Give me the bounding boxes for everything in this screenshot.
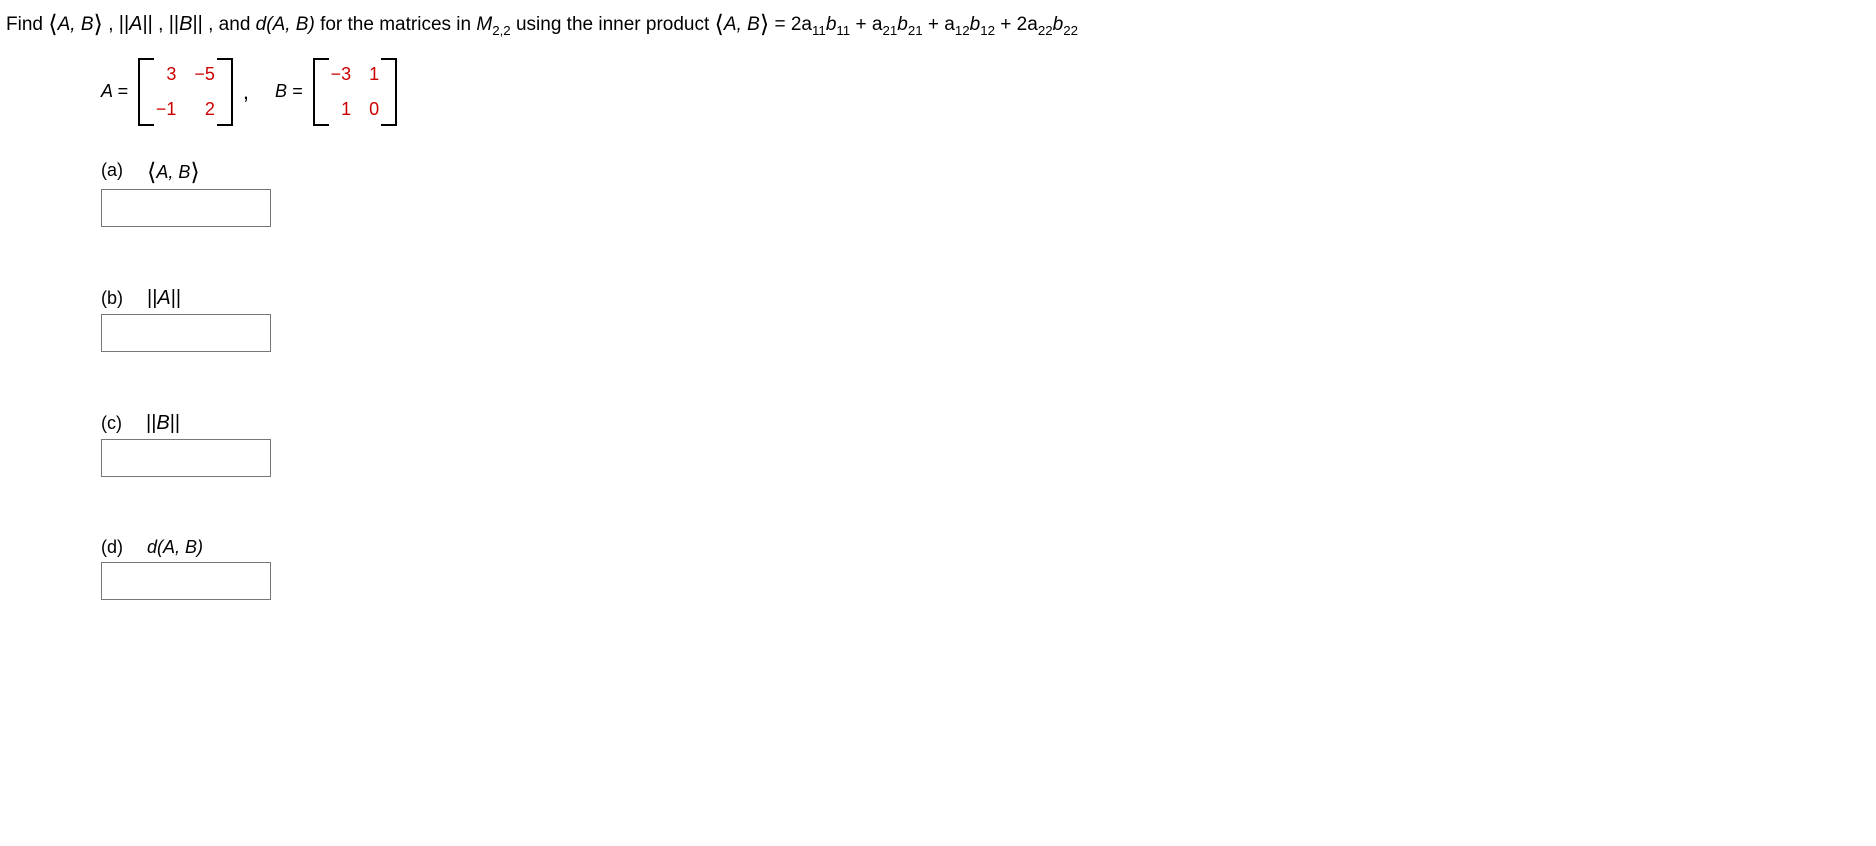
- part-a-letter: (a): [101, 160, 123, 181]
- mid-text: for the matrices in: [320, 14, 476, 35]
- using-text: using the inner product: [516, 14, 715, 35]
- part-a: (a) ⟨A, B⟩: [101, 156, 1870, 227]
- b-equals: B =: [275, 81, 305, 102]
- a-r1c1: 3: [156, 64, 177, 85]
- part-d-label: d(A, B): [147, 537, 203, 558]
- b-r2c2: 0: [369, 99, 379, 120]
- sep: ,: [108, 14, 119, 35]
- angle-close-2: ⟩: [760, 12, 769, 38]
- part-a-label: ⟨A, B⟩: [147, 156, 200, 185]
- angle-close: ⟩: [94, 12, 103, 38]
- answer-input-a[interactable]: [101, 189, 271, 227]
- angle-open: ⟨: [48, 12, 57, 38]
- space-m: M: [476, 14, 492, 35]
- space-sub: 2,2: [492, 23, 511, 38]
- comma: ,: [241, 79, 267, 105]
- b-r2c1: 1: [331, 99, 352, 120]
- matrix-b: −3 1 1 0: [313, 58, 398, 126]
- part-c: (c) ||B||: [101, 412, 1870, 477]
- matrix-a: 3 −5 −1 2: [138, 58, 233, 126]
- a-equals: A =: [101, 81, 130, 102]
- matrices-definition: A = 3 −5 −1 2 , B = −3 1 1 0: [101, 58, 1870, 126]
- a-r2c2: 2: [194, 99, 215, 120]
- part-c-letter: (c): [101, 413, 122, 434]
- sep: , and: [208, 14, 256, 35]
- part-d: (d) d(A, B): [101, 537, 1870, 600]
- equals-text: = 2a11b11 + a21b21 + a12b12 + 2a22b22: [774, 14, 1078, 35]
- answer-input-c[interactable]: [101, 439, 271, 477]
- part-b-label: ||A||: [147, 287, 181, 310]
- part-b: (b) ||A||: [101, 287, 1870, 352]
- part-d-letter: (d): [101, 537, 123, 558]
- angle-open-2: ⟨: [715, 12, 724, 38]
- rhs-inner: A, B: [724, 14, 760, 35]
- part-b-letter: (b): [101, 288, 123, 309]
- norm-b: ||B||: [169, 13, 203, 35]
- norm-a: ||A||: [119, 13, 153, 35]
- part-c-label: ||B||: [146, 412, 180, 435]
- answer-input-b[interactable]: [101, 314, 271, 352]
- a-r1c2: −5: [194, 64, 215, 85]
- question-prompt: Find ⟨A, B⟩ , ||A|| , ||B|| , and d(A, B…: [6, 8, 1870, 38]
- ab-inner: A, B: [58, 14, 94, 35]
- b-r1c2: 1: [369, 64, 379, 85]
- b-r1c1: −3: [331, 64, 352, 85]
- sep: ,: [158, 14, 169, 35]
- answer-input-d[interactable]: [101, 562, 271, 600]
- dab: d(A, B): [256, 14, 315, 35]
- prompt-text: Find: [6, 14, 48, 35]
- a-r2c1: −1: [156, 99, 177, 120]
